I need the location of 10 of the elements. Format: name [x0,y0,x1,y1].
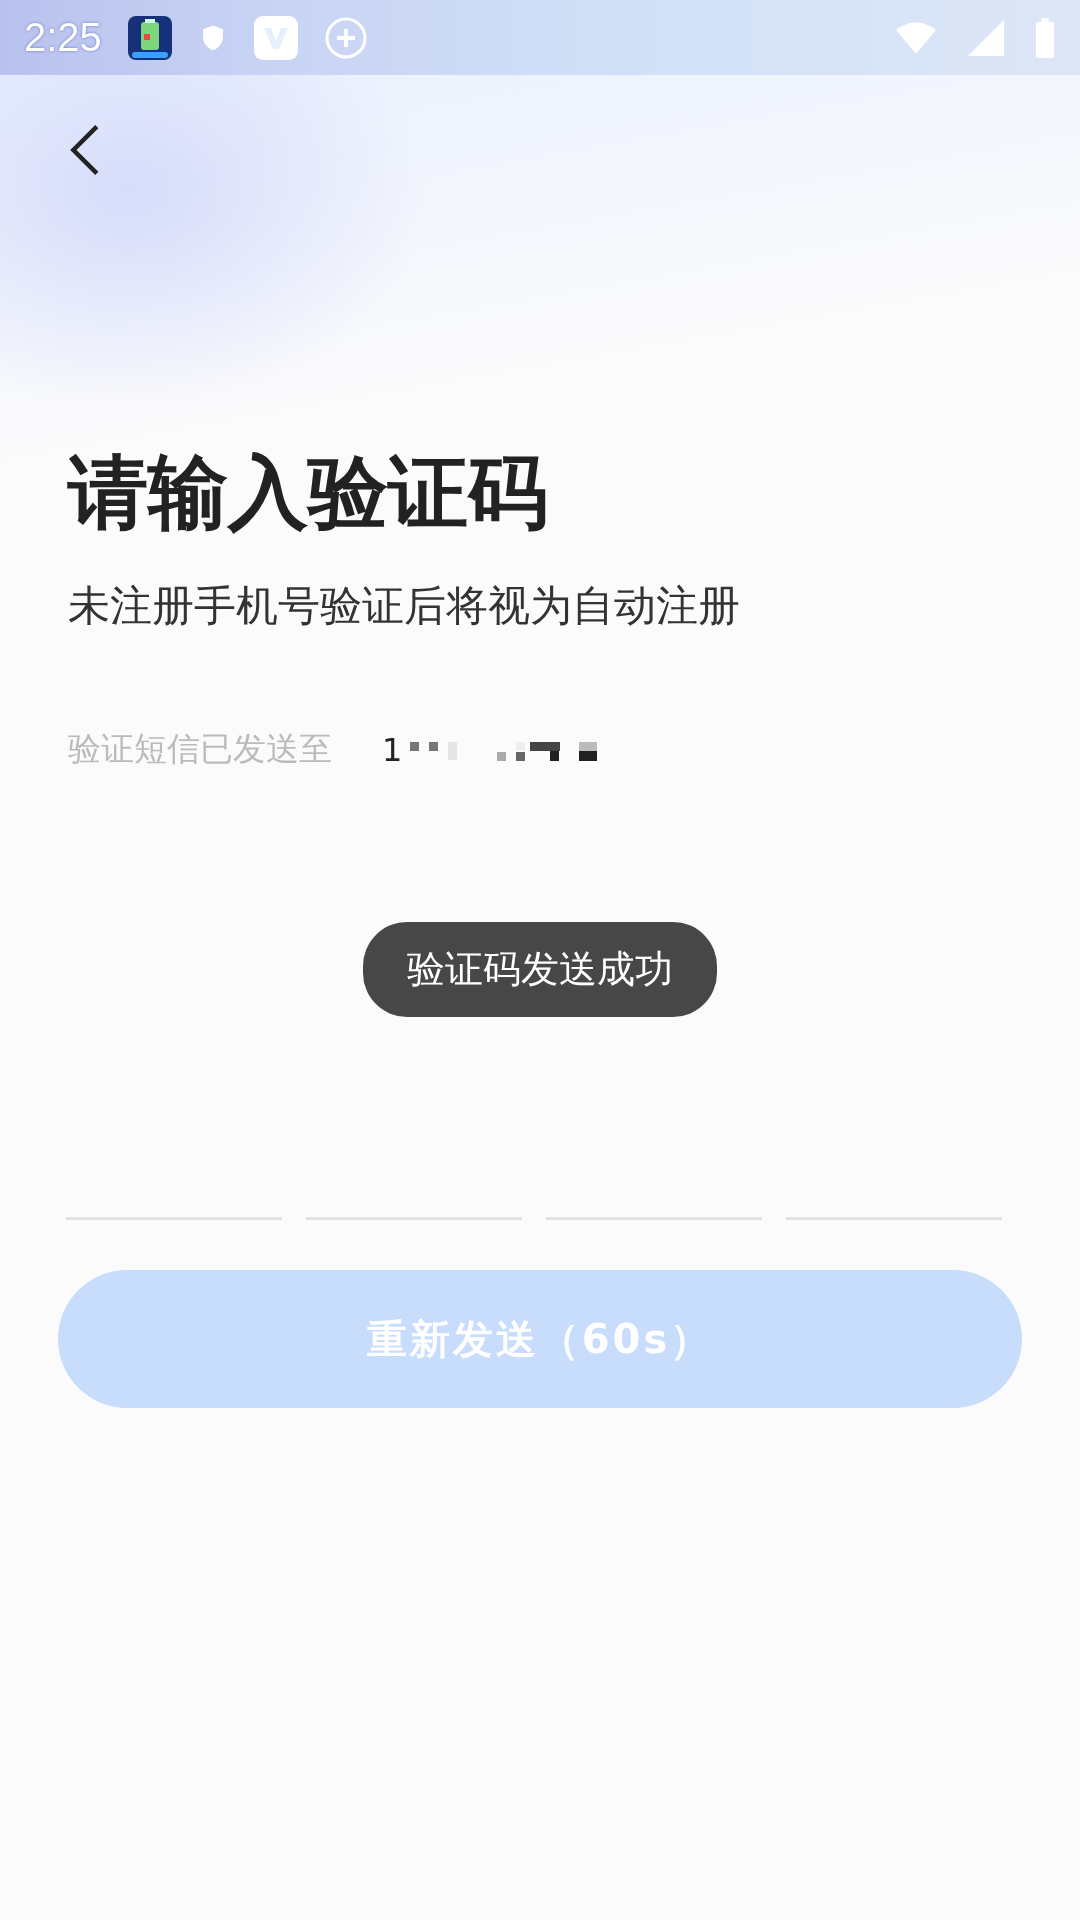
page-title: 请输入验证码 [68,453,549,533]
phone-number: 1 [382,730,403,769]
status-time: 2:25 [24,15,102,60]
battery-app-icon [127,15,172,60]
sent-to-label: 验证短信已发送至 [68,728,332,770]
v-app-icon [253,15,298,60]
battery-icon [1034,17,1056,58]
subtitle: 未注册手机号验证后将视为自动注册 [68,585,741,627]
plus-circle-icon [323,15,368,60]
toast-message: 验证码发送成功 [363,922,717,1017]
